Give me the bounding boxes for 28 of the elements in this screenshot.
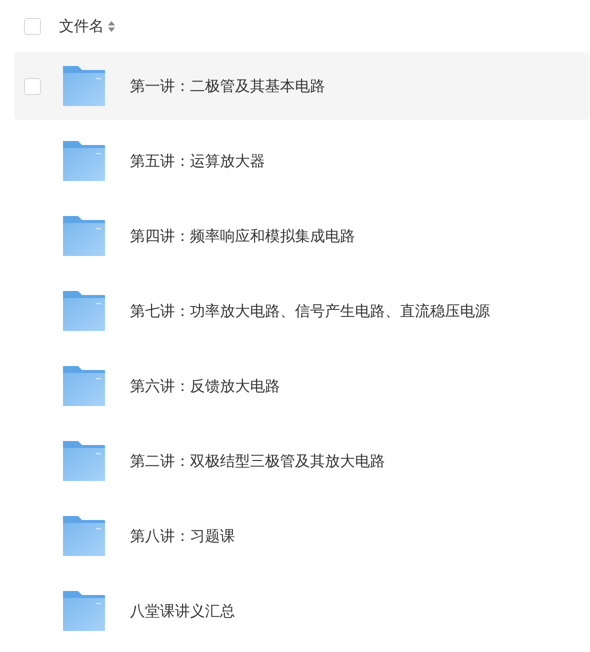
folder-icon bbox=[62, 140, 106, 182]
file-name[interactable]: 第六讲：反馈放大电路 bbox=[130, 374, 280, 398]
file-name[interactable]: 第四讲：频率响应和模拟集成电路 bbox=[130, 224, 355, 248]
checkbox[interactable] bbox=[24, 78, 41, 94]
file-row[interactable]: 第五讲：运算放大器 bbox=[14, 127, 590, 195]
column-header[interactable]: 文件名 bbox=[59, 14, 104, 38]
file-name[interactable]: 八堂课讲义汇总 bbox=[130, 600, 235, 622]
folder-icon bbox=[62, 440, 106, 482]
file-name[interactable]: 第七讲：功率放大电路、信号产生电路、直流稳压电源 bbox=[130, 300, 490, 322]
file-row[interactable]: 第二讲：双极结型三极管及其放大电路 bbox=[14, 427, 590, 495]
file-row[interactable]: 第八讲：习题课 bbox=[14, 502, 590, 570]
folder-icon bbox=[62, 365, 106, 407]
folder-icon bbox=[62, 290, 106, 332]
checkbox[interactable] bbox=[24, 18, 41, 34]
file-row[interactable]: 第一讲：二极管及其基本电路 bbox=[14, 52, 590, 120]
file-name[interactable]: 第一讲：二极管及其基本电路 bbox=[130, 74, 325, 98]
folder-icon bbox=[62, 65, 106, 107]
folder-icon bbox=[62, 215, 106, 257]
file-row[interactable]: 第六讲：反馈放大电路 bbox=[14, 352, 590, 420]
sort-icon[interactable] bbox=[108, 20, 115, 32]
file-row[interactable]: 第七讲：功率放大电路、信号产生电路、直流稳压电源 bbox=[14, 277, 590, 345]
file-name[interactable]: 第五讲：运算放大器 bbox=[130, 150, 265, 172]
file-name[interactable]: 第二讲：双极结型三极管及其放大电路 bbox=[130, 450, 385, 472]
folder-icon bbox=[62, 515, 106, 557]
file-row[interactable]: 八堂课讲义汇总 bbox=[14, 577, 590, 645]
file-name[interactable]: 第八讲：习题课 bbox=[130, 524, 235, 548]
folder-icon bbox=[62, 590, 106, 632]
file-row[interactable]: 第四讲：频率响应和模拟集成电路 bbox=[14, 202, 590, 270]
